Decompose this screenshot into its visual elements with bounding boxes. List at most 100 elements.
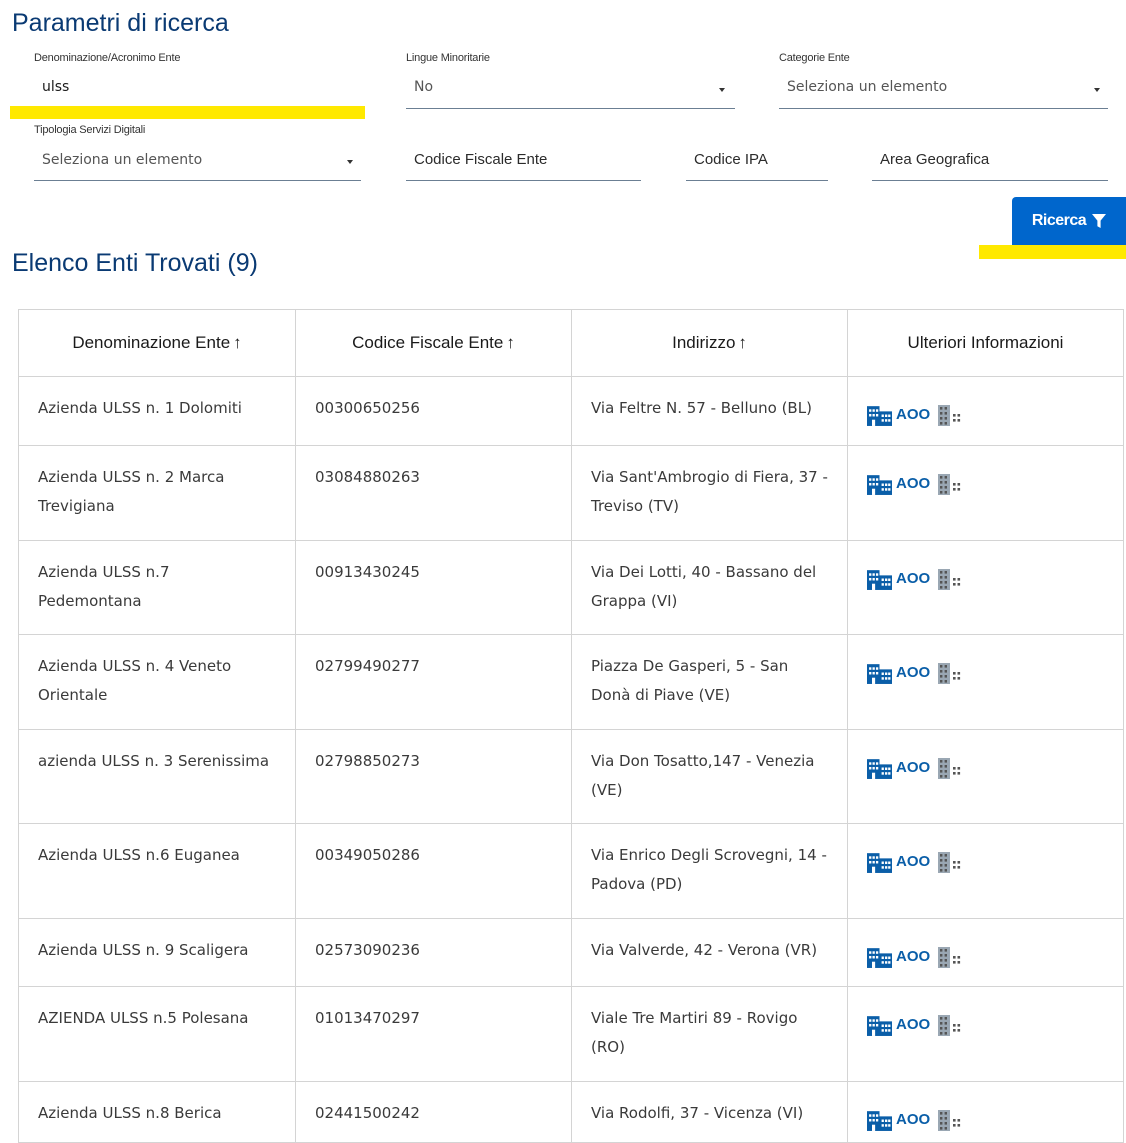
lingue-select[interactable]: Lingue Minoritarie No xyxy=(406,52,735,109)
info-links: AOO xyxy=(867,936,1105,971)
cell-denominazione: azienda ULSS n. 3 Serenissima xyxy=(18,729,296,824)
arrow-up-icon: ↑ xyxy=(738,333,747,352)
search-button[interactable]: Ricerca xyxy=(1012,197,1126,245)
building-icon[interactable] xyxy=(867,1108,892,1131)
cell-codice-fiscale: 00349050286 xyxy=(295,823,572,919)
table-row: Azienda ULSS n.8 Berica 02441500242 Via Ro… xyxy=(18,1081,1124,1143)
categorie-value: Seleziona un elemento xyxy=(787,79,948,95)
cell-indirizzo: Via Rodolfi, 37 - Vicenza (VI) xyxy=(571,1081,848,1143)
building-grid-icon[interactable] xyxy=(938,662,962,684)
cell-indirizzo: Via Valverde, 42 - Verona (VR) xyxy=(571,918,848,987)
building-icon[interactable] xyxy=(867,850,892,873)
codice-fiscale-underline xyxy=(406,180,641,181)
tipologia-underline xyxy=(34,180,361,181)
results-title: Elenco Enti Trovati (9) xyxy=(12,249,258,277)
denominazione-input[interactable]: ulss xyxy=(42,79,69,95)
cell-ulteriori-informazioni: AOO xyxy=(847,986,1124,1082)
info-links: AOO xyxy=(867,1099,1105,1134)
cell-denominazione: Azienda ULSS n. 2 Marca Trevigiana xyxy=(18,445,296,541)
table-row: Azienda ULSS n. 9 Scaligera 02573090236 Vi… xyxy=(18,918,1124,987)
cell-codice-fiscale: 01013470297 xyxy=(295,986,572,1082)
cell-codice-fiscale: 02798850273 xyxy=(295,729,572,824)
cell-denominazione: Azienda ULSS n.6 Euganea xyxy=(18,823,296,919)
table-row: Azienda ULSS n.6 Euganea 00349050286 Via E… xyxy=(18,823,1124,919)
search-button-highlight xyxy=(979,245,1126,259)
table-row: Azienda ULSS n. 4 Veneto Orientale 027994… xyxy=(18,634,1124,730)
aoo-link[interactable]: AOO xyxy=(896,658,930,687)
denominazione-highlight xyxy=(10,106,365,119)
codice-fiscale-placeholder: Codice Fiscale Ente xyxy=(414,151,548,168)
codice-ipa-input[interactable]: Codice IPA xyxy=(686,140,828,181)
building-icon[interactable] xyxy=(867,756,892,779)
info-links: AOO xyxy=(867,747,1105,782)
column-header-codice-fiscale[interactable]: Codice Fiscale Ente ↑ xyxy=(295,309,572,377)
table-row: AZIENDA ULSS n.5 Polesana 01013470297 Vial… xyxy=(18,986,1124,1082)
denominazione-field[interactable]: Denominazione/Acronimo Ente ulss xyxy=(34,52,363,108)
area-geografica-underline xyxy=(872,180,1108,181)
lingue-label: Lingue Minoritarie xyxy=(406,52,490,64)
cell-codice-fiscale: 02573090236 xyxy=(295,918,572,987)
building-grid-icon[interactable] xyxy=(938,1014,962,1036)
categorie-label: Categorie Ente xyxy=(779,52,850,64)
cell-codice-fiscale: 02799490277 xyxy=(295,634,572,730)
aoo-link[interactable]: AOO xyxy=(896,847,930,876)
filter-icon xyxy=(1092,213,1107,228)
building-grid-icon[interactable] xyxy=(938,473,962,495)
info-links: AOO xyxy=(867,1004,1105,1039)
building-grid-icon[interactable] xyxy=(938,404,962,426)
table-row: azienda ULSS n. 3 Serenissima 02798850273… xyxy=(18,729,1124,824)
building-icon[interactable] xyxy=(867,1013,892,1036)
cell-ulteriori-informazioni: AOO xyxy=(847,918,1124,987)
cell-ulteriori-informazioni: AOO xyxy=(847,445,1124,541)
column-header-label: Indirizzo xyxy=(672,333,736,352)
cell-codice-fiscale: 00300650256 xyxy=(295,376,572,446)
cell-ulteriori-informazioni: AOO xyxy=(847,634,1124,730)
codice-fiscale-input[interactable]: Codice Fiscale Ente xyxy=(406,140,641,181)
denominazione-label: Denominazione/Acronimo Ente xyxy=(34,52,181,64)
building-icon[interactable] xyxy=(867,945,892,968)
aoo-link[interactable]: AOO xyxy=(896,400,930,429)
building-icon[interactable] xyxy=(867,661,892,684)
aoo-link[interactable]: AOO xyxy=(896,564,930,593)
cell-ulteriori-informazioni: AOO xyxy=(847,540,1124,635)
aoo-link[interactable]: AOO xyxy=(896,1010,930,1039)
column-header-indirizzo[interactable]: Indirizzo ↑ xyxy=(571,309,848,377)
building-icon[interactable] xyxy=(867,472,892,495)
table-row: Azienda ULSS n. 1 Dolomiti 00300650256 Via… xyxy=(18,376,1124,446)
chevron-down-icon xyxy=(1094,88,1100,92)
cell-indirizzo: Via Sant'Ambrogio di Fiera, 37 - Treviso… xyxy=(571,445,848,541)
tipologia-value: Seleziona un elemento xyxy=(42,152,203,168)
aoo-link[interactable]: AOO xyxy=(896,753,930,782)
categorie-select[interactable]: Categorie Ente Seleziona un elemento xyxy=(779,52,1108,109)
building-grid-icon[interactable] xyxy=(938,946,962,968)
cell-ulteriori-informazioni: AOO xyxy=(847,376,1124,446)
column-header-label: Ulteriori Informazioni xyxy=(907,333,1064,352)
cell-denominazione: Azienda ULSS n. 1 Dolomiti xyxy=(18,376,296,446)
codice-ipa-underline xyxy=(686,180,828,181)
building-grid-icon[interactable] xyxy=(938,757,962,779)
building-grid-icon[interactable] xyxy=(938,568,962,590)
column-header-ulteriori-informazioni: Ulteriori Informazioni xyxy=(847,309,1124,377)
tipologia-select[interactable]: Tipologia Servizi Digitali Seleziona un … xyxy=(34,124,361,181)
cell-ulteriori-informazioni: AOO xyxy=(847,1081,1124,1143)
chevron-down-icon xyxy=(347,160,353,164)
arrow-up-icon: ↑ xyxy=(233,333,242,352)
aoo-link[interactable]: AOO xyxy=(896,1105,930,1134)
cell-ulteriori-informazioni: AOO xyxy=(847,729,1124,824)
building-icon[interactable] xyxy=(867,567,892,590)
cell-indirizzo: Piazza De Gasperi, 5 - San Donà di Piave… xyxy=(571,634,848,730)
cell-denominazione: Azienda ULSS n. 9 Scaligera xyxy=(18,918,296,987)
cell-indirizzo: Via Feltre N. 57 - Belluno (BL) xyxy=(571,376,848,446)
building-grid-icon[interactable] xyxy=(938,851,962,873)
column-header-denominazione[interactable]: Denominazione Ente ↑ xyxy=(18,309,296,377)
cell-denominazione: Azienda ULSS n. 4 Veneto Orientale xyxy=(18,634,296,730)
info-links: AOO xyxy=(867,394,1105,429)
categorie-underline xyxy=(779,108,1108,109)
building-icon[interactable] xyxy=(867,403,892,426)
aoo-link[interactable]: AOO xyxy=(896,469,930,498)
building-grid-icon[interactable] xyxy=(938,1109,962,1131)
results-table: Denominazione Ente ↑ Codice Fiscale Ente ↑… xyxy=(18,309,1124,1143)
aoo-link[interactable]: AOO xyxy=(896,942,930,971)
lingue-underline xyxy=(406,108,735,109)
area-geografica-input[interactable]: Area Geografica xyxy=(872,140,1108,181)
